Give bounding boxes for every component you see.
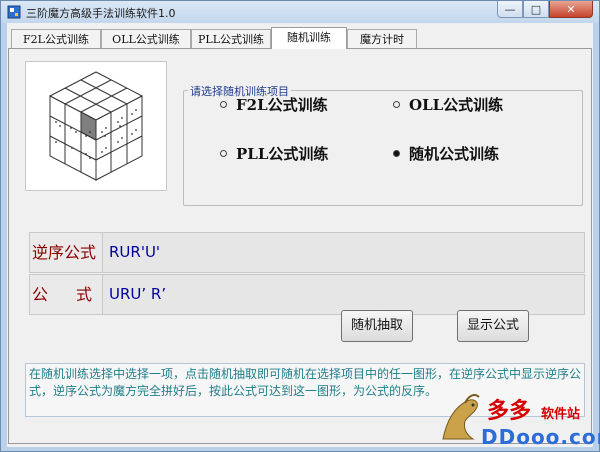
tab-oll[interactable]: OLL公式训练 — [101, 29, 191, 48]
random-draw-button[interactable]: 随机抽取 — [341, 310, 413, 342]
tab-timer[interactable]: 魔方计时 — [347, 29, 417, 48]
reverse-formula-row: 逆序公式 RUR'U' — [29, 232, 585, 273]
tab-pll[interactable]: PLL公式训练 — [191, 29, 271, 48]
client-area: F2L公式训练 OLL公式训练 PLL公式训练 随机训练 魔方计时 请选择随机训… — [7, 23, 593, 447]
radio-label: 随机公式训练 — [409, 145, 500, 163]
radio-label: F2L公式训练 — [236, 96, 328, 114]
radio-random[interactable]: 随机公式训练 — [393, 143, 499, 164]
watermark-domain: DDooo.com — [481, 425, 600, 449]
cube-diagram — [48, 71, 144, 181]
reverse-formula-value: RUR'U' — [102, 233, 584, 272]
formula-row: 公式 URU’ R’ — [29, 274, 585, 315]
radio-pll[interactable]: PLL公式训练 — [220, 143, 328, 164]
formula-display: 逆序公式 RUR'U' 公式 URU’ R’ — [29, 232, 585, 316]
radio-oll[interactable]: OLL公式训练 — [393, 94, 503, 115]
radio-label: PLL公式训练 — [236, 145, 329, 163]
radio-label: OLL公式训练 — [409, 96, 504, 114]
maximize-button[interactable]: □ — [523, 1, 549, 18]
minimize-button[interactable]: — — [497, 1, 523, 18]
radio-indicator[interactable] — [393, 101, 400, 108]
title-bar[interactable]: 三阶魔方高级手法训练软件1.0 — □ ✕ — [1, 1, 599, 23]
reverse-formula-label: 逆序公式 — [32, 243, 97, 262]
radio-indicator[interactable] — [220, 150, 227, 157]
window-title: 三阶魔方高级手法训练软件1.0 — [26, 7, 176, 20]
formula-value: URU’ R’ — [102, 275, 584, 314]
formula-label: 公式 — [32, 285, 93, 304]
radio-f2l[interactable]: F2L公式训练 — [220, 94, 328, 115]
radio-indicator-selected[interactable] — [393, 150, 400, 157]
cube-preview — [25, 61, 167, 191]
tab-f2l[interactable]: F2L公式训练 — [11, 29, 101, 48]
tab-random[interactable]: 随机训练 — [271, 27, 347, 49]
watermark-brand-suffix: 软件站 — [541, 407, 581, 422]
watermark-brand: 多多 — [487, 398, 532, 424]
app-icon — [7, 5, 21, 19]
tab-strip: F2L公式训练 OLL公式训练 PLL公式训练 随机训练 魔方计时 — [7, 27, 593, 49]
close-button[interactable]: ✕ — [549, 1, 593, 18]
app-window: 三阶魔方高级手法训练软件1.0 — □ ✕ F2L公式训练 OLL公式训练 PL… — [0, 0, 600, 452]
show-formula-button[interactable]: 显示公式 — [457, 310, 529, 342]
radio-indicator[interactable] — [220, 101, 227, 108]
